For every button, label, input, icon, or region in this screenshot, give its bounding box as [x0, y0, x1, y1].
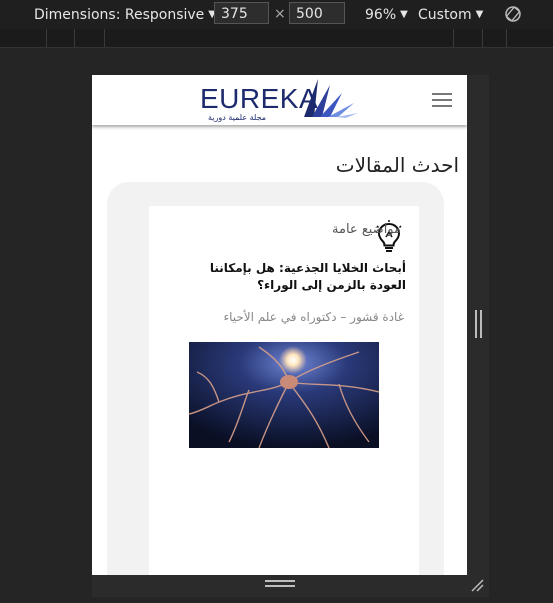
- width-input[interactable]: 375: [214, 2, 269, 24]
- resize-corner-icon[interactable]: [470, 578, 484, 592]
- chevron-down-icon: ▼: [475, 9, 484, 20]
- chevron-down-icon: ▼: [400, 9, 408, 20]
- resize-handle-right[interactable]: [475, 310, 483, 338]
- throttle-label: Custom: [418, 7, 472, 23]
- section-title: احدث المقالات: [335, 153, 459, 177]
- eureka-logo[interactable]: EUREKA مجلة علمية دورية: [200, 77, 360, 123]
- resize-handle-bottom[interactable]: [265, 580, 295, 590]
- article-author[interactable]: غادة قشور – دكتوراه في علم الأحياء: [223, 310, 404, 324]
- site-header: EUREKA مجلة علمية دورية: [92, 75, 467, 125]
- times-separator: ×: [274, 6, 286, 22]
- device-toolbar: Dimensions: Responsive ▼ 375 × 500 96% ▼ C…: [0, 0, 553, 29]
- article-title[interactable]: أبحاث الخلايا الجذعية: هل بإمكاننا العود…: [182, 260, 406, 294]
- article-thumbnail[interactable]: [189, 342, 379, 448]
- dimensions-label: Dimensions: Responsive: [34, 7, 205, 23]
- device-viewport: EUREKA مجلة علمية دورية احدث المقالات مو…: [92, 75, 467, 575]
- zoom-dropdown[interactable]: 96% ▼: [365, 0, 408, 29]
- throttle-dropdown[interactable]: Custom ▼: [418, 0, 483, 29]
- logo-wing-icon: [304, 79, 358, 118]
- zoom-label: 96%: [365, 7, 397, 23]
- neuron-image: [189, 342, 379, 448]
- menu-icon[interactable]: [432, 93, 452, 107]
- rotate-icon[interactable]: [504, 5, 522, 23]
- height-input[interactable]: 500: [289, 2, 345, 24]
- article-category[interactable]: مواضيع عامة: [332, 222, 401, 237]
- media-query-ruler[interactable]: [0, 29, 553, 48]
- logo-tagline: مجلة علمية دورية: [208, 113, 267, 122]
- dimensions-dropdown[interactable]: Dimensions: Responsive ▼: [34, 0, 216, 29]
